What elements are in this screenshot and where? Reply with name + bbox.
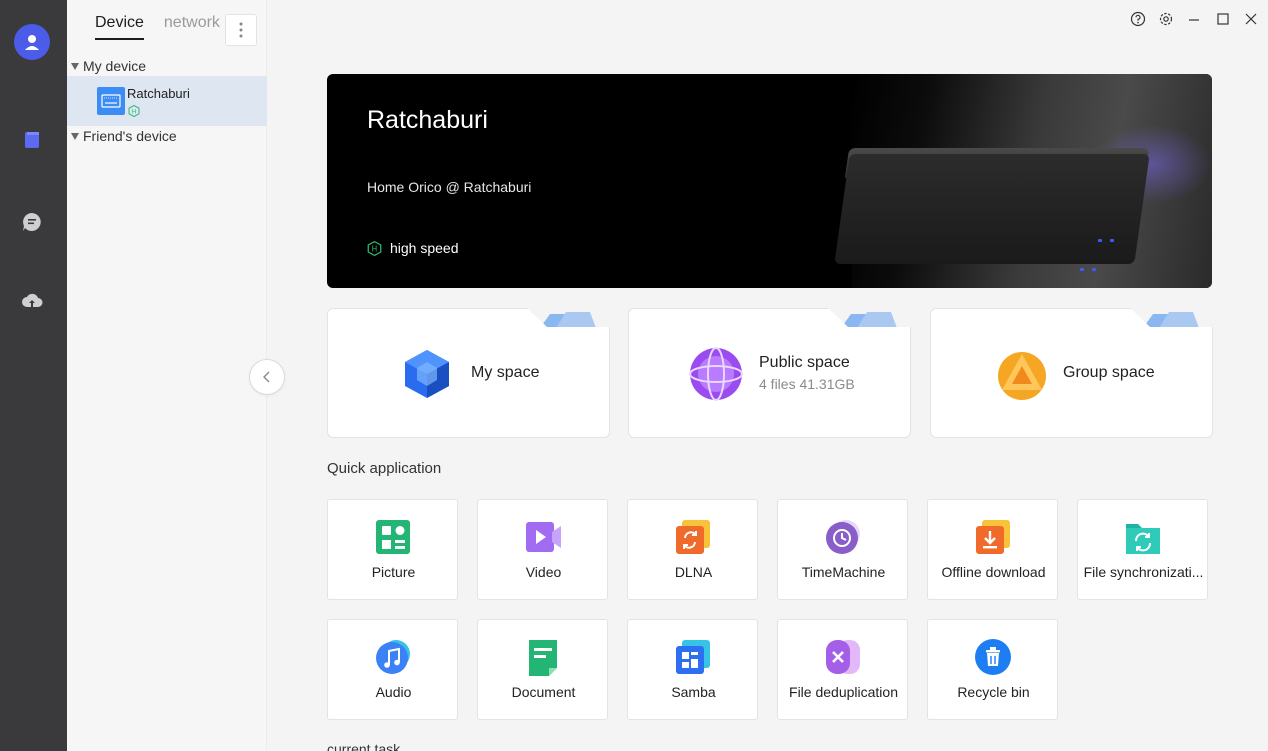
- public-space-card[interactable]: Public space 4 files 41.31GB: [628, 308, 911, 438]
- app-label: Recycle bin: [957, 684, 1030, 700]
- current-task-title: current task: [327, 741, 401, 751]
- chat-icon[interactable]: [20, 210, 44, 234]
- device-name: Ratchaburi: [127, 86, 190, 101]
- chevron-down-icon: [71, 132, 79, 140]
- picture-icon: [376, 520, 410, 554]
- speed-label: high speed: [390, 240, 459, 256]
- close-button[interactable]: [1242, 10, 1260, 28]
- nas-device-icon: [97, 87, 125, 115]
- banner-subtitle: Home Orico @ Ratchaburi: [367, 179, 532, 195]
- close-icon: [1245, 13, 1257, 25]
- cloud-upload-icon[interactable]: [20, 290, 44, 314]
- app-label: Document: [511, 684, 576, 700]
- quick-application-title: Quick application: [327, 460, 442, 477]
- app-label: Offline download: [941, 564, 1046, 580]
- app-file-deduplication[interactable]: File deduplication: [777, 619, 908, 720]
- app-dlna[interactable]: DLNA: [627, 499, 758, 600]
- app-audio[interactable]: Audio: [327, 619, 458, 720]
- space-meta: 4 files 41.31GB: [759, 376, 855, 392]
- group-label: Friend's device: [83, 128, 177, 144]
- left-rail: [0, 0, 67, 751]
- app-label: File deduplication: [789, 684, 898, 700]
- app-label: Picture: [371, 564, 416, 580]
- document-icon: [529, 640, 557, 676]
- file-sync-icon: [1126, 524, 1160, 554]
- timemachine-icon: [826, 520, 860, 554]
- app-video[interactable]: Video: [477, 499, 608, 600]
- app-timemachine[interactable]: TimeMachine: [777, 499, 908, 600]
- minimize-button[interactable]: [1185, 10, 1203, 28]
- settings-button[interactable]: [1157, 10, 1175, 28]
- app-label: TimeMachine: [801, 564, 886, 580]
- group-space-card[interactable]: Group space: [930, 308, 1213, 438]
- more-vertical-icon: [239, 22, 243, 38]
- app-label: Video: [525, 564, 562, 580]
- device-panel: Device network My device Ratchaburi H Fr…: [67, 0, 267, 751]
- offline-download-icon: [976, 520, 1010, 554]
- device-banner: Ratchaburi Home Orico @ Ratchaburi H hig…: [327, 74, 1212, 288]
- speed-status: H high speed: [367, 240, 459, 256]
- dlna-icon: [676, 520, 710, 554]
- group-my-device[interactable]: My device: [71, 58, 146, 74]
- app-label: Audio: [375, 684, 412, 700]
- high-speed-badge-icon: H: [128, 104, 140, 122]
- app-label: Samba: [671, 684, 716, 700]
- group-friends-device[interactable]: Friend's device: [71, 128, 177, 144]
- my-space-icon: [405, 350, 449, 398]
- app-picture[interactable]: Picture: [327, 499, 458, 600]
- space-title: My space: [471, 364, 540, 381]
- collapse-panel-button[interactable]: [249, 359, 285, 395]
- tab-network[interactable]: network: [164, 14, 220, 40]
- space-title: Group space: [1063, 364, 1155, 381]
- my-space-card[interactable]: My space: [327, 308, 610, 438]
- video-icon: [526, 522, 561, 552]
- app-offline-download[interactable]: Offline download: [927, 499, 1058, 600]
- high-speed-icon: H: [367, 240, 382, 256]
- recycle-bin-icon: [975, 639, 1011, 675]
- more-options-button[interactable]: [225, 14, 257, 46]
- app-label: DLNA: [674, 564, 713, 580]
- device-tabs: Device network: [95, 14, 220, 40]
- group-label: My device: [83, 58, 147, 74]
- maximize-icon: [1217, 13, 1229, 25]
- maximize-button[interactable]: [1214, 10, 1232, 28]
- app-samba[interactable]: Samba: [627, 619, 758, 720]
- gear-icon: [1159, 12, 1173, 26]
- public-space-icon: [689, 347, 743, 401]
- chevron-left-icon: [263, 371, 270, 383]
- group-space-icon: [998, 352, 1046, 400]
- app-document[interactable]: Document: [477, 619, 608, 720]
- banner-title: Ratchaburi: [367, 106, 488, 134]
- user-avatar[interactable]: [14, 24, 50, 60]
- samba-icon: [676, 640, 710, 674]
- chevron-down-icon: [71, 62, 79, 70]
- tab-device[interactable]: Device: [95, 14, 144, 40]
- help-button[interactable]: [1129, 10, 1147, 28]
- space-title: Public space: [759, 354, 850, 371]
- device-item-ratchaburi[interactable]: Ratchaburi H: [67, 76, 267, 126]
- app-recycle-bin[interactable]: Recycle bin: [927, 619, 1058, 720]
- app-label: File synchronizati...: [1083, 564, 1204, 580]
- user-icon: [25, 35, 39, 50]
- minimize-icon: [1189, 19, 1199, 21]
- help-icon: [1130, 11, 1146, 27]
- audio-icon: [376, 640, 410, 674]
- device-icon[interactable]: [20, 128, 44, 152]
- app-file-sync[interactable]: File synchronizati...: [1077, 499, 1208, 600]
- svg-text:H: H: [132, 108, 137, 115]
- svg-text:H: H: [372, 244, 378, 253]
- file-dedup-icon: [826, 640, 860, 674]
